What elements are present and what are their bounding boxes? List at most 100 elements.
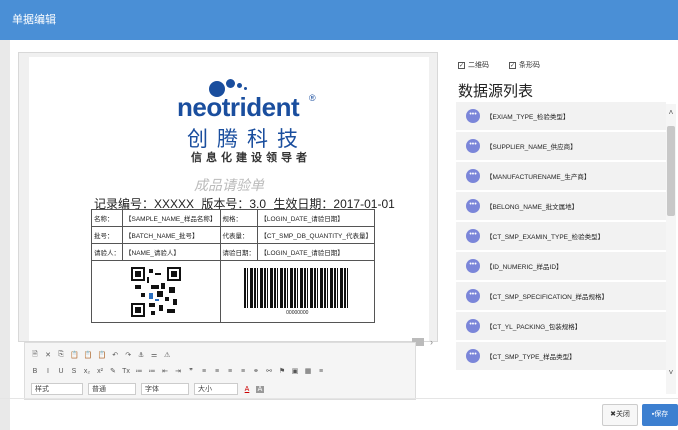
vertical-scrollbar[interactable]: ˄ ˅ xyxy=(666,104,676,394)
image-button[interactable]: ▣ xyxy=(291,367,299,375)
logo-text: neotrident xyxy=(177,92,300,122)
table-row: 00000000 xyxy=(91,260,376,323)
save-label: 保存 xyxy=(654,411,669,418)
spellcheck-button[interactable]: ⚠ xyxy=(163,351,171,359)
strike-button[interactable]: S xyxy=(70,368,78,375)
datasource-item[interactable]: ••• 【MANUFACTURENAME_生产商】 xyxy=(456,162,666,192)
barcode-checkbox[interactable]: ✓ xyxy=(509,61,516,69)
table-cell: 代表量： xyxy=(219,226,259,244)
qrcode-checkbox[interactable]: ✓ xyxy=(458,61,465,69)
scroll-right-icon[interactable]: › xyxy=(430,337,433,347)
bullet-list-button[interactable]: ≔ xyxy=(148,367,156,375)
table-cell: 【LOGIN_DATE_请验日期】 xyxy=(257,209,375,227)
bg-color-button[interactable]: A xyxy=(256,385,264,393)
numbered-list-button[interactable]: ≔ xyxy=(135,367,143,375)
justify-button[interactable]: ≡ xyxy=(239,368,247,375)
datasource-item[interactable]: ••• 【EXIAM_TYPE_检验类型】 xyxy=(456,102,666,132)
hr-button[interactable]: ⚌ xyxy=(150,351,158,359)
undo-button[interactable]: ↶ xyxy=(111,351,119,359)
source-button[interactable]: 🗎 xyxy=(31,350,39,361)
align-right-button[interactable]: ≡ xyxy=(226,368,234,375)
close-label: 关闭 xyxy=(615,411,630,418)
table-button[interactable]: ▦ xyxy=(304,367,312,375)
bold-button[interactable]: B xyxy=(31,368,39,375)
datasource-item-label: 【MANUFACTURENAME_生产商】 xyxy=(486,174,591,181)
text-color-button[interactable]: A xyxy=(243,386,251,393)
qrcode-label: 二维码 xyxy=(468,62,489,69)
table-cell: 规格： xyxy=(219,209,259,227)
datasource-item[interactable]: ••• 【CT_SMP_EXAMIN_TYPE_检验类型】 xyxy=(456,222,666,252)
remove-format-button[interactable]: Tx xyxy=(122,368,130,375)
anchor-button[interactable]: ⚓ xyxy=(137,351,145,359)
datasource-item[interactable]: ••• 【SUPPLIER_NAME_供应商】 xyxy=(456,132,666,162)
backdrop-strip xyxy=(0,40,10,430)
datasource-item-label: 【EXIAM_TYPE_检验类型】 xyxy=(486,114,570,121)
table-row: 请验人： 【NAME_请验人】 请验日期： 【LOGIN_DATE_请验日期】 xyxy=(91,243,375,261)
more-icon[interactable]: ••• xyxy=(466,199,480,213)
flag-button[interactable]: ⚑ xyxy=(278,367,286,375)
align-left-button[interactable]: ≡ xyxy=(200,368,208,375)
more-icon[interactable]: ••• xyxy=(466,169,480,183)
more-icon[interactable]: ••• xyxy=(466,289,480,303)
datasource-item[interactable]: ••• 【CT_SMP_TYPE_样品类型】 xyxy=(456,342,666,372)
align-center-button[interactable]: ≡ xyxy=(213,368,221,375)
datasource-item[interactable]: ••• 【CT_SMP_SPECIFICATION_样品规格】 xyxy=(456,282,666,312)
barcode-option[interactable]: ✓ 条形码 xyxy=(509,60,540,70)
datasource-item[interactable]: ••• 【CT_YL_PACKING_包装规格】 xyxy=(456,312,666,342)
superscript-button[interactable]: x² xyxy=(96,368,104,375)
save-button[interactable]: ▪保存 xyxy=(642,404,678,426)
redo-button[interactable]: ↷ xyxy=(124,351,132,359)
copy-button[interactable]: ⎘ xyxy=(57,351,65,359)
close-button[interactable]: ✖关闭 xyxy=(602,404,638,426)
datasource-item[interactable]: ••• 【ID_NUMERIC_样品ID】 xyxy=(456,252,666,282)
logo-registered-mark: ® xyxy=(309,93,316,103)
barcode-cell: 00000000 xyxy=(219,260,376,323)
subscript-button[interactable]: x₂ xyxy=(83,368,91,375)
edit-dialog: 单据编辑 neotrident ® 创腾科技 信息化建设领导者 成品请验单 记录… xyxy=(0,0,678,430)
underline-button[interactable]: U xyxy=(57,368,65,375)
scroll-up-icon[interactable]: ˄ xyxy=(666,108,676,117)
style-select[interactable]: 样式 xyxy=(31,383,83,395)
cut-button[interactable]: ✕ xyxy=(44,351,52,359)
scroll-thumb[interactable] xyxy=(667,126,675,216)
link-button[interactable]: ⚭ xyxy=(252,367,260,375)
document-editor-area[interactable]: neotrident ® 创腾科技 信息化建设领导者 成品请验单 记录编号：XX… xyxy=(18,52,438,342)
document-page[interactable]: neotrident ® 创腾科技 信息化建设领导者 成品请验单 记录编号：XX… xyxy=(29,57,429,341)
italic-button[interactable]: I xyxy=(44,368,52,375)
paste-button[interactable]: 📋 xyxy=(70,351,79,359)
font-select[interactable]: 字体 xyxy=(141,383,189,395)
more-icon[interactable]: ••• xyxy=(466,259,480,273)
indent-button[interactable]: ⇥ xyxy=(174,367,182,375)
datasource-panel: ✓ 二维码 ✓ 条形码 数据源列表 ••• 【EXIAM_TYPE_检验类型】 ••• 【… xyxy=(452,52,678,392)
unlink-button[interactable]: ⚯ xyxy=(265,367,273,375)
barcode-icon xyxy=(244,267,351,308)
format-select[interactable]: 普通 xyxy=(88,383,136,395)
more-button[interactable]: ≡ xyxy=(317,368,325,375)
more-icon[interactable]: ••• xyxy=(466,229,480,243)
table-cell: 【BATCH_NAME_批号】 xyxy=(122,226,221,244)
qrcode-option[interactable]: ✓ 二维码 xyxy=(458,60,489,70)
more-icon[interactable]: ••• xyxy=(466,349,480,363)
scroll-down-icon[interactable]: ˅ xyxy=(666,368,676,377)
size-select[interactable]: 大小 xyxy=(194,383,238,395)
more-icon[interactable]: ••• xyxy=(466,319,480,333)
dialog-title: 单据编辑 xyxy=(0,0,678,40)
datasource-item-label: 【BELONG_NAME_批文属地】 xyxy=(486,204,579,211)
barcode-label: 条形码 xyxy=(519,62,540,69)
info-table: 名称： 【SAMPLE_NAME_样品名称】 规格： 【LOGIN_DATE_请… xyxy=(91,209,376,323)
datasource-list: ••• 【EXIAM_TYPE_检验类型】 ••• 【SUPPLIER_NAME_供应… xyxy=(456,102,666,392)
barcode-number: 00000000 xyxy=(286,309,309,316)
more-icon[interactable]: ••• xyxy=(466,139,480,153)
barcode: 00000000 xyxy=(244,267,351,316)
datasource-item-label: 【ID_NUMERIC_样品ID】 xyxy=(486,264,563,271)
blockquote-button[interactable]: ❞ xyxy=(187,367,195,375)
paste-word-button[interactable]: 📋 xyxy=(97,351,106,359)
datasource-item[interactable]: ••• 【BELONG_NAME_批文属地】 xyxy=(456,192,666,222)
table-cell: 【SAMPLE_NAME_样品名称】 xyxy=(122,209,221,227)
toolbar-row-1: 🗎 ✕ ⎘ 📋 📋 📋 ↶ ↷ ⚓ ⚌ ⚠ xyxy=(31,347,171,363)
paste-text-button[interactable]: 📋 xyxy=(84,351,93,359)
datasource-item-label: 【CT_SMP_SPECIFICATION_样品规格】 xyxy=(486,294,608,301)
format-button[interactable]: ✎ xyxy=(109,367,117,375)
outdent-button[interactable]: ⇤ xyxy=(161,367,169,375)
more-icon[interactable]: ••• xyxy=(466,109,480,123)
